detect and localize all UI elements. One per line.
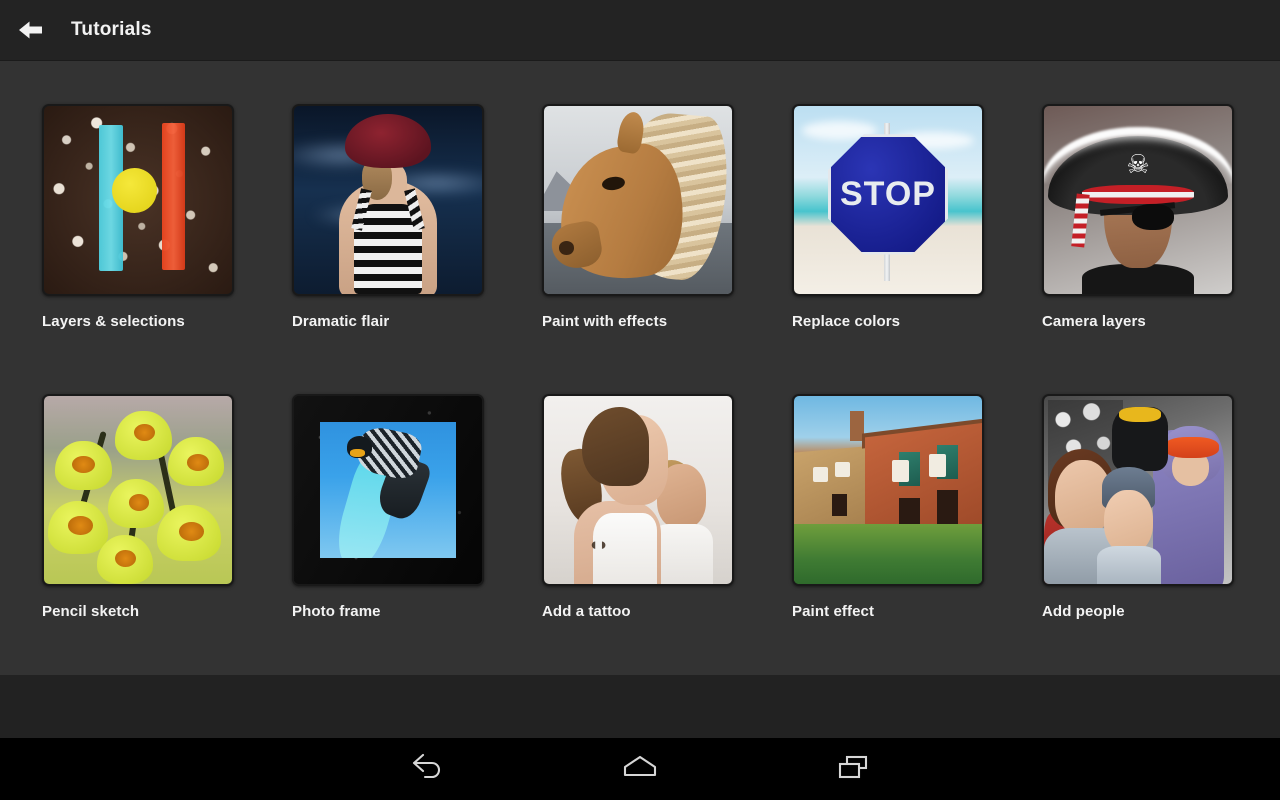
- shirt-shape: [1082, 264, 1195, 296]
- tutorial-label: Layers & selections: [42, 313, 236, 330]
- page-title: Tutorials: [71, 19, 152, 41]
- woman-hair-shape: [582, 407, 650, 486]
- tutorial-card[interactable]: Dramatic flair: [292, 104, 486, 330]
- tutorial-thumbnail[interactable]: [1042, 394, 1234, 586]
- flower-core: [72, 456, 95, 473]
- tutorials-scroll-area[interactable]: Layers & selections: [0, 61, 1280, 675]
- bottom-filler-strip: [0, 675, 1280, 738]
- child-jacket-shape: [1097, 546, 1161, 586]
- tutorial-thumbnail[interactable]: [42, 104, 234, 296]
- nav-recents-button[interactable]: [747, 738, 960, 800]
- nav-home-button[interactable]: [534, 738, 747, 800]
- tutorial-label: Paint effect: [792, 603, 986, 620]
- nav-button-group: [321, 738, 960, 800]
- paint-effect-artwork: [794, 396, 982, 584]
- tutorial-label: Replace colors: [792, 313, 986, 330]
- yellow-circle-shape: [112, 168, 157, 213]
- back-button[interactable]: [0, 0, 62, 61]
- framed-photo-shape: [320, 422, 455, 557]
- eyepatch-shape: [1132, 204, 1173, 230]
- tutorial-thumbnail[interactable]: ☠: [1042, 104, 1234, 296]
- red-beret-shape: [345, 114, 431, 169]
- add-a-tattoo-artwork: ◖◗: [544, 396, 732, 584]
- tutorial-thumbnail[interactable]: [542, 104, 734, 296]
- paint-with-effects-artwork: [544, 106, 732, 294]
- tutorial-card[interactable]: Photo frame: [292, 394, 486, 620]
- dramatic-flair-artwork: [294, 106, 482, 294]
- orange-bar-shape: [162, 123, 185, 270]
- tutorial-label: Dramatic flair: [292, 313, 486, 330]
- tutorial-card[interactable]: ◖◗ Add a tattoo: [542, 394, 736, 620]
- tutorial-label: Photo frame: [292, 603, 486, 620]
- awning-shape: [892, 460, 909, 483]
- pencil-sketch-artwork: [44, 396, 232, 584]
- layers-selections-artwork: [44, 106, 232, 294]
- android-back-icon: [410, 752, 444, 787]
- flower-core: [68, 516, 92, 535]
- tutorial-label: Paint with effects: [542, 313, 736, 330]
- tutorial-thumbnail[interactable]: [292, 394, 484, 586]
- awning-shape: [835, 462, 850, 477]
- tutorial-card[interactable]: Pencil sketch: [42, 394, 236, 620]
- canal-water-shape: [794, 524, 982, 584]
- tutorial-label: Pencil sketch: [42, 603, 236, 620]
- tutorial-thumbnail[interactable]: STOP: [792, 104, 984, 296]
- stop-sign-text: STOP: [840, 175, 936, 214]
- tutorial-label: Add a tattoo: [542, 603, 736, 620]
- horse-nostril-shape: [559, 241, 574, 254]
- tutorial-card[interactable]: Paint with effects: [542, 104, 736, 330]
- add-people-artwork: [1044, 396, 1232, 584]
- tutorial-card[interactable]: STOP Replace colors: [792, 104, 986, 330]
- android-navigation-bar: [0, 738, 1280, 800]
- rider-goggles-shape: [350, 449, 365, 457]
- nav-back-button[interactable]: [321, 738, 534, 800]
- orange-goggles-shape: [1164, 437, 1219, 458]
- tutorial-label: Camera layers: [1042, 313, 1236, 330]
- tutorial-thumbnail[interactable]: [792, 394, 984, 586]
- camera-layers-artwork: ☠: [1044, 106, 1232, 294]
- window-shape: [832, 494, 847, 517]
- awning-shape: [929, 454, 946, 477]
- photo-frame-artwork: [294, 396, 482, 584]
- android-recents-icon: [836, 753, 870, 786]
- tutorial-thumbnail[interactable]: [292, 104, 484, 296]
- shoulder-tattoo-shape: ◖◗: [585, 531, 611, 557]
- skull-crossbones-icon: ☠: [1119, 147, 1157, 181]
- android-home-icon: [621, 753, 659, 786]
- tutorial-card[interactable]: Layers & selections: [42, 104, 236, 330]
- tutorial-thumbnail[interactable]: [42, 394, 234, 586]
- tutorial-card[interactable]: Paint effect: [792, 394, 986, 620]
- back-arrow-icon: [17, 18, 45, 42]
- replace-colors-artwork: STOP: [794, 106, 982, 294]
- tutorial-label: Add people: [1042, 603, 1236, 620]
- flower-core: [134, 424, 155, 441]
- hat-band-shape: [1082, 185, 1195, 204]
- app-header: Tutorials: [0, 0, 1280, 61]
- tutorial-card[interactable]: Add people: [1042, 394, 1236, 620]
- child-face-shape: [1104, 490, 1153, 554]
- tutorials-screen: Tutorials Layers & selections: [0, 0, 1280, 800]
- yellow-strap-shape: [1119, 407, 1160, 422]
- flower-core: [129, 494, 150, 511]
- tutorials-grid: Layers & selections: [0, 61, 1280, 675]
- stop-sign-shape: STOP: [828, 134, 948, 254]
- tutorial-card[interactable]: ☠ Camera layers: [1042, 104, 1236, 330]
- tutorial-thumbnail[interactable]: ◖◗: [542, 394, 734, 586]
- flower-core: [179, 522, 203, 541]
- awning-shape: [813, 467, 828, 482]
- window-shape: [937, 490, 958, 524]
